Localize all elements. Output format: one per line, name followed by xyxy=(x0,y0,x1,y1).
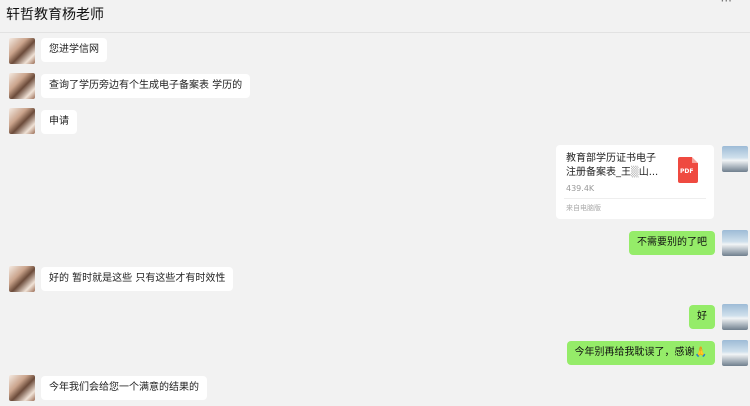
message-bubble[interactable]: 申请 xyxy=(41,110,77,134)
chat-title: 轩哲教育杨老师 xyxy=(6,7,104,23)
self-avatar[interactable] xyxy=(722,304,748,330)
teacher-avatar[interactable] xyxy=(9,73,35,99)
self-avatar[interactable] xyxy=(722,146,748,172)
self-avatar[interactable] xyxy=(722,340,748,366)
teacher-avatar[interactable] xyxy=(9,38,35,64)
message-bubble[interactable]: 今年我们会给您一个满意的结果的 xyxy=(41,376,207,400)
message-bubble[interactable]: 好 xyxy=(689,305,715,329)
self-avatar[interactable] xyxy=(722,230,748,256)
message-bubble[interactable]: 查询了学历旁边有个生成电子备案表 学历的 xyxy=(41,74,251,98)
file-name: 教育部学历证书电子 注册备案表_王▒山... xyxy=(566,153,659,178)
pdf-file-icon: PDF xyxy=(678,157,698,183)
teacher-avatar[interactable] xyxy=(9,266,35,292)
message-bubble[interactable]: 今年别再给我耽误了，感谢🙏 xyxy=(566,341,715,365)
pray-emoji-icon: 🙏 xyxy=(694,347,707,358)
message-bubble[interactable]: 好的 暂时就是这些 只有这些才有时效性 xyxy=(41,267,234,291)
file-size: 439.4K xyxy=(566,184,595,193)
message-bubble[interactable]: 您进学信网 xyxy=(41,38,107,62)
teacher-avatar[interactable] xyxy=(9,375,35,401)
message-bubble[interactable]: 不需要别的了吧 xyxy=(629,231,715,255)
divider xyxy=(564,198,706,199)
teacher-avatar[interactable] xyxy=(9,108,35,134)
chat-header: 轩哲教育杨老师 ··· xyxy=(0,0,750,33)
file-message-card[interactable]: 教育部学历证书电子 注册备案表_王▒山... PDF 439.4K 来自电脑版 xyxy=(556,145,714,219)
file-source: 来自电脑版 xyxy=(566,204,601,212)
more-options-icon[interactable]: ··· xyxy=(721,0,732,8)
